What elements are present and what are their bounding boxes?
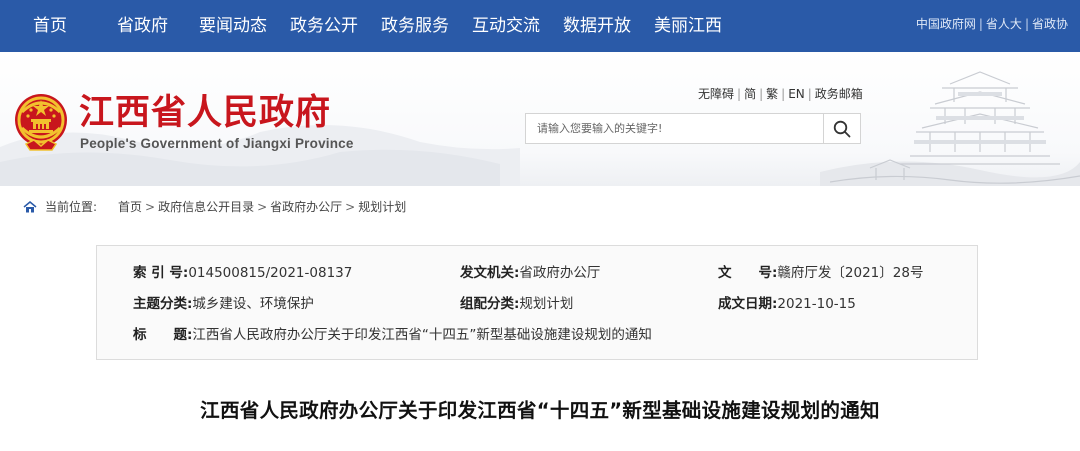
issuer-value: 省政府办公厅: [519, 265, 601, 281]
breadcrumb-path: 首页 > 政府信息公开目录 > 省政府办公厅 > 规划计划: [118, 186, 406, 228]
link-english[interactable]: EN: [788, 87, 805, 101]
date-value: 2021-10-15: [777, 296, 856, 312]
site-header: 江西省人民政府 People's Government of Jiangxi P…: [0, 52, 1080, 186]
nav-item-gov-services[interactable]: 政务服务: [381, 0, 449, 52]
issuer-label: 发文机关:: [460, 265, 520, 281]
link-central-government[interactable]: 中国政府网: [916, 17, 976, 31]
nav-item-interaction[interactable]: 互动交流: [472, 0, 540, 52]
top-nav-bar: 首页 省政府 要闻动态 政务公开 政务服务 互动交流 数据开放 美丽江西 中国政…: [0, 0, 1080, 52]
topic-label: 主题分类:: [133, 296, 193, 312]
home-icon: [23, 201, 37, 213]
category-value: 规划计划: [519, 296, 574, 312]
divider: |: [737, 87, 742, 101]
nav-item-beautiful-jiangxi[interactable]: 美丽江西: [654, 0, 722, 52]
search-input[interactable]: [525, 113, 823, 144]
index-number-value: 014500815/2021-08137: [188, 265, 353, 281]
divider: |: [759, 87, 764, 101]
nav-item-home[interactable]: 首页: [33, 0, 67, 52]
topic-value: 城乡建设、环境保护: [192, 296, 314, 312]
divider: |: [781, 87, 786, 101]
nav-item-gov-affairs-open[interactable]: 政务公开: [290, 0, 358, 52]
document-number-label: 文 号:: [718, 265, 778, 281]
site-title[interactable]: 江西省人民政府: [79, 92, 331, 134]
link-provincial-congress[interactable]: 省人大: [986, 17, 1022, 31]
breadcrumb-separator: >: [345, 200, 356, 214]
document-number-field: 文 号:赣府厅发〔2021〕28号: [718, 263, 923, 283]
index-number-label: 索 引 号:: [133, 265, 189, 281]
link-provincial-cppcc[interactable]: 省政协: [1032, 17, 1068, 31]
info-row: 主题分类:城乡建设、环境保护 组配分类:规划计划 成文日期:2021-10-15: [97, 294, 977, 314]
breadcrumb: 当前位置: 首页 > 政府信息公开目录 > 省政府办公厅 > 规划计划: [0, 186, 1080, 228]
pavilion-illustration: [830, 71, 1080, 184]
nav-item-news[interactable]: 要闻动态: [199, 0, 267, 52]
breadcrumb-item-home[interactable]: 首页: [118, 200, 142, 214]
breadcrumb-item-office[interactable]: 省政府办公厅: [270, 200, 342, 214]
title-field: 标 题:江西省人民政府办公厅关于印发江西省“十四五”新型基础设施建设规划的通知: [133, 325, 652, 345]
topic-field: 主题分类:城乡建设、环境保护: [133, 294, 314, 314]
link-accessibility[interactable]: 无障碍: [698, 87, 734, 101]
link-simplified[interactable]: 简: [744, 87, 756, 101]
link-traditional[interactable]: 繁: [766, 87, 778, 101]
breadcrumb-item-planning[interactable]: 规划计划: [358, 200, 406, 214]
date-label: 成文日期:: [718, 296, 778, 312]
nav-item-provincial-government[interactable]: 省政府: [117, 0, 168, 52]
national-emblem-icon: [15, 94, 67, 151]
title-value: 江西省人民政府办公厅关于印发江西省“十四五”新型基础设施建设规划的通知: [192, 327, 652, 343]
category-label: 组配分类:: [460, 296, 520, 312]
article-title: 江西省人民政府办公厅关于印发江西省“十四五”新型基础设施建设规划的通知: [200, 399, 880, 422]
category-field: 组配分类:规划计划: [460, 294, 573, 314]
breadcrumb-item-catalog[interactable]: 政府信息公开目录: [158, 200, 254, 214]
breadcrumb-label: 当前位置:: [45, 200, 98, 214]
site-subtitle: People's Government of Jiangxi Province: [80, 136, 354, 151]
document-number-value: 赣府厅发〔2021〕28号: [777, 265, 924, 281]
date-field: 成文日期:2021-10-15: [718, 294, 856, 314]
nav-item-open-data[interactable]: 数据开放: [563, 0, 631, 52]
info-row: 索 引 号:014500815/2021-08137 发文机关:省政府办公厅 文…: [97, 263, 977, 283]
breadcrumb-separator: >: [145, 200, 156, 214]
breadcrumb-separator: >: [257, 200, 268, 214]
divider: |: [1024, 17, 1029, 31]
divider: |: [978, 17, 983, 31]
index-number-field: 索 引 号:014500815/2021-08137: [133, 263, 352, 283]
issuer-field: 发文机关:省政府办公厅: [460, 263, 600, 283]
title-label: 标 题:: [133, 327, 193, 343]
info-row: 标 题:江西省人民政府办公厅关于印发江西省“十四五”新型基础设施建设规划的通知: [97, 325, 977, 345]
document-info-box: 索 引 号:014500815/2021-08137 发文机关:省政府办公厅 文…: [96, 245, 978, 360]
external-links: 中国政府网 | 省人大 | 省政协: [916, 0, 1068, 52]
divider: |: [807, 87, 812, 101]
